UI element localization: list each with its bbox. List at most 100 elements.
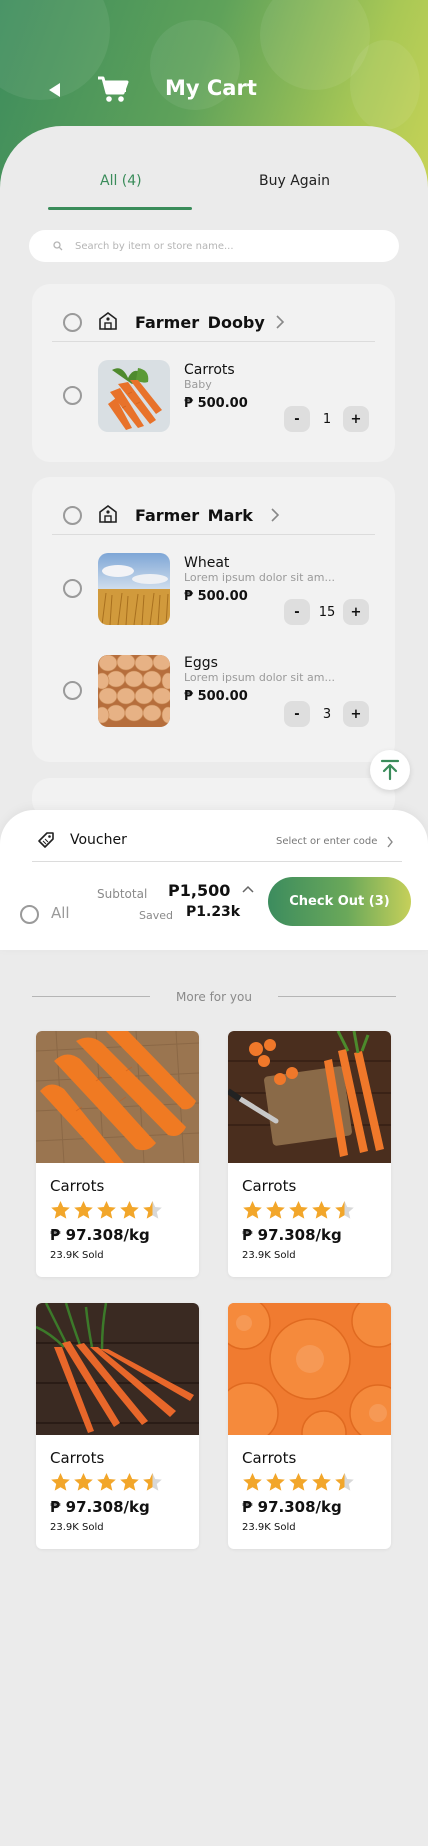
product-name: Carrots [242,1449,297,1467]
qty-value[interactable]: 3 [311,707,343,722]
search-icon [53,241,63,251]
back-arrow-icon[interactable] [44,80,64,100]
sold-count: 23.9K Sold [50,1522,104,1533]
product-image-eggs [98,655,170,727]
store-icon [99,312,117,330]
increase-qty-button[interactable]: + [343,701,369,727]
star-rating [242,1200,355,1220]
product-image-wheat [98,553,170,625]
select-all-label[interactable]: All [51,904,70,922]
star-icon [289,1201,308,1219]
store-icon [99,505,117,523]
star-icon [143,1201,162,1219]
product-price: ₱ 97.308/kg [242,1226,342,1244]
star-icon [289,1473,308,1491]
saved-value: P1.23k [186,904,241,920]
product-card[interactable]: Carrots ₱ 97.308/kg 23.9K Sold [228,1031,391,1277]
divider [52,341,375,342]
chevron-right-icon[interactable] [275,315,285,329]
store-select-radio[interactable] [63,506,82,525]
product-card[interactable]: Carrots ₱ 97.308/kg 23.9K Sold [228,1303,391,1549]
star-icon [143,1473,162,1491]
shopping-cart-icon[interactable] [96,74,130,104]
star-icon [243,1201,262,1219]
voucher-select-link[interactable]: Select or enter code [276,836,377,847]
select-all-radio[interactable] [20,905,39,924]
product-image-carrots [36,1303,199,1435]
product-name: Carrots [242,1177,297,1195]
product-card[interactable]: Carrots ₱ 97.308/kg 23.9K Sold [36,1031,199,1277]
increase-qty-button[interactable]: + [343,406,369,432]
active-tab-indicator [48,207,192,210]
saved-label: Saved [139,909,173,922]
item-price: ₱ 500.00 [184,689,248,704]
item-select-radio[interactable] [63,386,82,405]
store-card-farmer-dooby: Farmer Dooby Carrots Baby ₱ 500.00 - 1 + [32,284,395,462]
star-icon [97,1201,116,1219]
sold-count: 23.9K Sold [50,1250,104,1261]
product-price: ₱ 97.308/kg [50,1226,150,1244]
star-icon [266,1473,285,1491]
search-input[interactable]: Search by item or store name... [29,230,399,262]
store-name[interactable]: Farmer Mark [135,506,253,525]
sold-count: 23.9K Sold [242,1522,296,1533]
product-image-carrots [36,1031,199,1163]
item-name: Wheat [184,555,230,571]
star-icon [243,1473,262,1491]
star-icon [120,1473,139,1491]
chevron-right-icon[interactable] [270,508,280,522]
product-image-carrots [228,1031,391,1163]
tab-buy-again[interactable]: Buy Again [259,173,330,189]
product-name: Carrots [50,1177,105,1195]
increase-qty-button[interactable]: + [343,599,369,625]
store-card-farmer-mark: Farmer Mark Wheat Lorem ipsum dolor sit … [32,477,395,762]
star-icon [74,1201,93,1219]
voucher-label: Voucher [70,832,127,848]
star-icon [51,1473,70,1491]
product-price: ₱ 97.308/kg [242,1498,342,1516]
scroll-to-top-button[interactable] [370,750,410,790]
sold-count: 23.9K Sold [242,1250,296,1261]
star-icon [97,1473,116,1491]
more-for-you-heading: More for you [176,990,252,1004]
product-image-carrots [98,360,170,432]
star-icon [312,1201,331,1219]
item-name: Carrots [184,362,235,378]
star-icon [335,1201,354,1219]
checkout-button[interactable]: Check Out (3) [268,877,411,926]
product-price: ₱ 97.308/kg [50,1498,150,1516]
store-select-radio[interactable] [63,313,82,332]
item-select-radio[interactable] [63,579,82,598]
item-select-radio[interactable] [63,681,82,700]
decrease-qty-button[interactable]: - [284,599,310,625]
star-icon [312,1473,331,1491]
subtotal-value: P1,500 [168,881,231,900]
decrease-qty-button[interactable]: - [284,701,310,727]
product-card[interactable]: Carrots ₱ 97.308/kg 23.9K Sold [36,1303,199,1549]
item-name: Eggs [184,655,218,671]
star-rating [50,1472,163,1492]
item-subtitle: Lorem ipsum dolor sit am... [184,571,335,584]
arrow-up-icon [380,759,400,781]
divider [52,534,375,535]
subtotal-label: Subtotal [97,887,148,901]
star-icon [266,1201,285,1219]
item-price: ₱ 500.00 [184,589,248,604]
star-rating [242,1472,355,1492]
divider [32,996,150,997]
product-image-carrots [228,1303,391,1435]
star-icon [51,1201,70,1219]
page-title: My Cart [165,76,257,100]
store-name[interactable]: Farmer Dooby [135,313,265,332]
tab-all[interactable]: All (4) [100,173,142,189]
divider [32,861,402,862]
star-icon [74,1473,93,1491]
decrease-qty-button[interactable]: - [284,406,310,432]
qty-value[interactable]: 1 [311,412,343,427]
star-icon [120,1201,139,1219]
search-placeholder: Search by item or store name... [75,240,234,252]
chevron-right-icon[interactable] [386,836,394,848]
qty-value[interactable]: 15 [311,605,343,620]
item-subtitle: Lorem ipsum dolor sit am... [184,671,335,684]
chevron-up-icon[interactable] [242,885,254,893]
